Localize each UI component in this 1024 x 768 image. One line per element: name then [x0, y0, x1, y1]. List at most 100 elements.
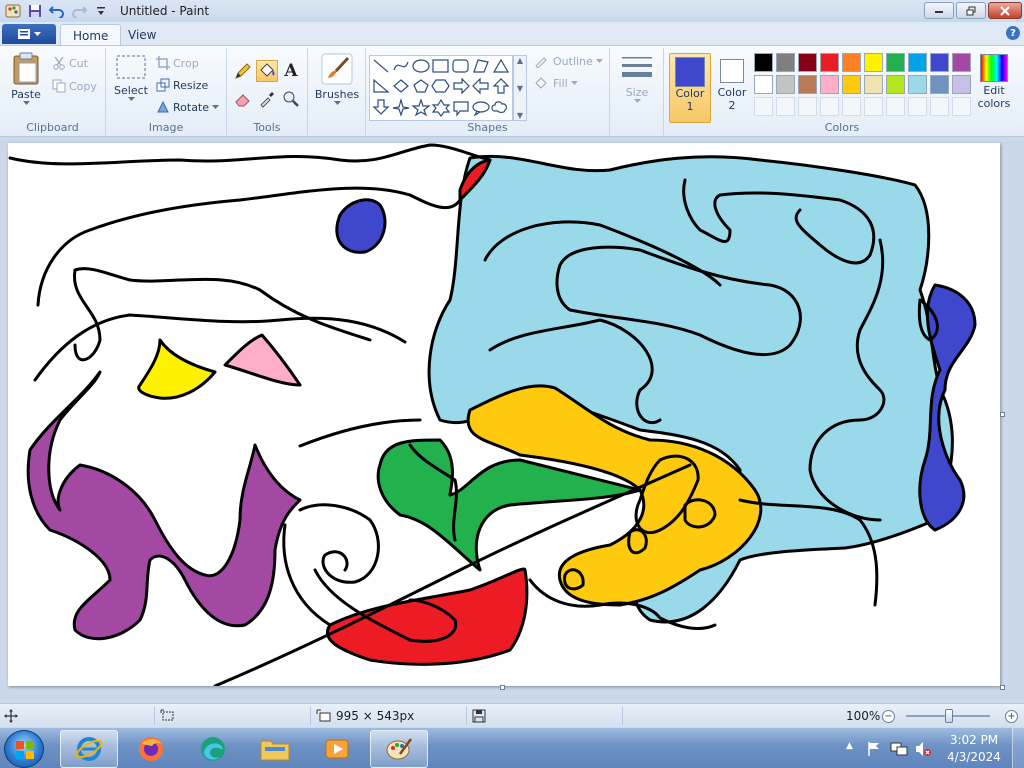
palette-swatch[interactable]	[776, 75, 795, 94]
more-shapes-icon[interactable]: ▼	[517, 111, 523, 120]
five-point-star-shape[interactable]	[411, 98, 431, 117]
custom-color-slot[interactable]	[754, 97, 773, 116]
volume-muted-icon[interactable]	[914, 740, 932, 758]
custom-color-slot[interactable]	[952, 97, 971, 116]
palette-swatch[interactable]	[908, 53, 927, 72]
six-point-star-shape[interactable]	[431, 98, 451, 117]
palette-swatch[interactable]	[886, 75, 905, 94]
left-arrow-shape[interactable]	[472, 77, 489, 95]
oval-shape[interactable]	[412, 59, 430, 73]
right-arrow-shape[interactable]	[453, 77, 470, 95]
down-arrow-shape[interactable]	[372, 99, 390, 115]
show-hidden-icons[interactable]: ▲	[846, 741, 853, 751]
curve-shape[interactable]	[393, 61, 409, 71]
taskbar-paint[interactable]	[370, 730, 428, 768]
zoom-in-button[interactable]: +	[1005, 710, 1018, 723]
edit-colors-button[interactable]: Edit colors	[976, 54, 1012, 110]
palette-swatch[interactable]	[798, 75, 817, 94]
outline-button[interactable]: Outline	[534, 54, 603, 68]
taskbar-explorer[interactable]	[246, 730, 304, 768]
palette-swatch[interactable]	[798, 53, 817, 72]
custom-color-slot[interactable]	[776, 97, 795, 116]
show-desktop-button[interactable]	[1012, 728, 1024, 768]
copy-button[interactable]: Copy	[52, 79, 97, 93]
taskbar-media-player[interactable]	[308, 730, 366, 768]
palette-swatch[interactable]	[886, 53, 905, 72]
line-shape[interactable]	[373, 59, 389, 73]
custom-color-slot[interactable]	[864, 97, 883, 116]
palette-swatch[interactable]	[754, 75, 773, 94]
palette-swatch[interactable]	[930, 75, 949, 94]
palette-swatch[interactable]	[842, 53, 861, 72]
palette-swatch[interactable]	[864, 75, 883, 94]
custom-color-slot[interactable]	[930, 97, 949, 116]
rounded-callout-shape[interactable]	[453, 101, 469, 117]
cloud-callout-shape[interactable]	[491, 101, 508, 113]
canvas-workspace[interactable]	[0, 137, 1024, 703]
custom-color-slot[interactable]	[908, 97, 927, 116]
diamond-shape[interactable]	[393, 79, 409, 93]
size-button[interactable]: Size	[618, 54, 656, 103]
oval-callout-shape[interactable]	[472, 101, 490, 117]
start-button[interactable]	[4, 730, 44, 768]
zoom-slider-thumb[interactable]	[945, 709, 953, 723]
palette-swatch[interactable]	[930, 53, 949, 72]
close-button[interactable]	[988, 2, 1022, 19]
rectangle-shape[interactable]	[432, 59, 449, 73]
up-arrow-shape[interactable]	[492, 78, 510, 94]
right-triangle-shape[interactable]	[373, 78, 390, 93]
drawing-canvas[interactable]	[8, 143, 1000, 686]
brushes-button[interactable]: Brushes	[314, 52, 360, 105]
palette-swatch[interactable]	[952, 53, 971, 72]
resize-handle-right[interactable]	[1000, 412, 1005, 417]
hexagon-shape[interactable]	[431, 79, 450, 93]
tab-home[interactable]: Home	[60, 24, 122, 46]
custom-color-slot[interactable]	[798, 97, 817, 116]
cut-button[interactable]: Cut	[52, 56, 88, 70]
palette-swatch[interactable]	[820, 53, 839, 72]
action-center-flag-icon[interactable]	[866, 741, 882, 757]
palette-swatch[interactable]	[908, 75, 927, 94]
crop-button[interactable]: Crop	[156, 56, 199, 70]
custom-color-slot[interactable]	[886, 97, 905, 116]
rotate-button[interactable]: Rotate	[156, 100, 220, 114]
network-icon[interactable]	[890, 741, 908, 757]
save-icon[interactable]	[26, 2, 44, 20]
palette-swatch[interactable]	[776, 53, 795, 72]
rounded-rectangle-shape[interactable]	[452, 59, 469, 73]
palette-swatch[interactable]	[952, 75, 971, 94]
zoom-out-button[interactable]: −	[882, 710, 895, 723]
palette-swatch[interactable]	[754, 53, 773, 72]
polygon-shape[interactable]	[473, 59, 489, 73]
tab-view[interactable]: View	[116, 24, 168, 46]
color2-button[interactable]: Color 2	[713, 53, 751, 123]
restore-button[interactable]	[956, 2, 986, 19]
resize-handle-corner[interactable]	[1000, 685, 1005, 690]
custom-color-slot[interactable]	[842, 97, 861, 116]
taskbar-clock[interactable]: 3:02 PM 4/3/2024	[944, 732, 1004, 766]
four-point-star-shape[interactable]	[392, 97, 410, 117]
pencil-tool[interactable]	[232, 60, 254, 82]
scroll-down-icon[interactable]: ▼	[517, 84, 523, 93]
magnifier-tool[interactable]	[280, 88, 302, 110]
text-tool[interactable]: A	[280, 60, 302, 82]
scroll-up-icon[interactable]: ▲	[517, 56, 523, 65]
taskbar-firefox[interactable]	[122, 730, 180, 768]
paint-app-icon[interactable]	[4, 2, 22, 20]
taskbar-ie[interactable]	[60, 730, 118, 768]
palette-swatch[interactable]	[842, 75, 861, 94]
custom-color-slot[interactable]	[820, 97, 839, 116]
color1-button[interactable]: Color 1	[669, 53, 711, 123]
triangle-shape[interactable]	[492, 58, 510, 73]
palette-swatch[interactable]	[864, 53, 883, 72]
fill-button[interactable]: Fill	[534, 76, 578, 90]
minimize-button[interactable]	[924, 2, 954, 19]
eraser-tool[interactable]	[232, 88, 254, 110]
color-picker-tool[interactable]	[256, 88, 278, 110]
select-button[interactable]: Select	[112, 54, 150, 101]
shapes-scroll[interactable]: ▲ ▼ ▼	[513, 55, 527, 121]
undo-icon[interactable]	[48, 2, 66, 20]
customize-qat-icon[interactable]	[92, 2, 110, 20]
pentagon-shape[interactable]	[413, 79, 429, 93]
palette-swatch[interactable]	[820, 75, 839, 94]
